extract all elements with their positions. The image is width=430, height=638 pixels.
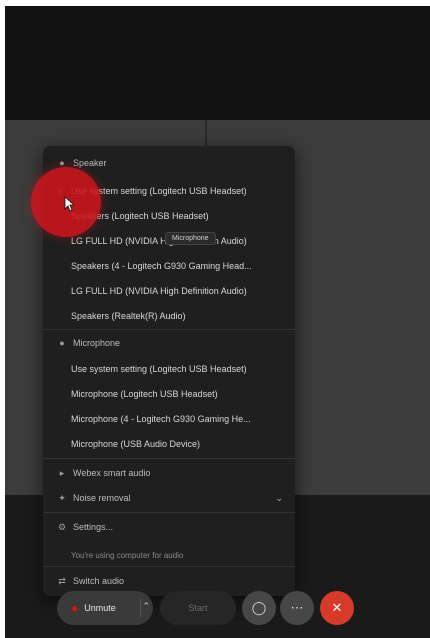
button-divider: [140, 599, 141, 617]
microphone-option[interactable]: Use system setting (Logitech USB Headset…: [43, 358, 295, 380]
noise-removal-item[interactable]: ✦ Noise removal ⌄: [43, 487, 295, 509]
gear-icon: ⚙: [57, 521, 67, 532]
share-button[interactable]: ◯: [242, 591, 276, 625]
leave-meeting-button[interactable]: ✕: [320, 591, 354, 625]
microphone-icon: ●: [59, 338, 65, 348]
chevron-right-icon: ▸: [59, 467, 65, 478]
speaker-option[interactable]: Speakers (Realtek(R) Audio): [43, 305, 295, 327]
unmute-button[interactable]: ● Unmute ⌃: [57, 591, 153, 625]
menu-divider: [43, 512, 295, 513]
speaker-option[interactable]: LG FULL HD (NVIDIA High Definition Audio…: [43, 280, 295, 302]
more-icon: ⋯: [290, 600, 304, 615]
start-video-button[interactable]: Start: [160, 591, 236, 625]
muted-microphone-icon: ●: [71, 601, 79, 615]
microphone-option[interactable]: Microphone (USB Audio Device): [43, 433, 295, 455]
tooltip: Microphone: [165, 232, 216, 245]
menu-divider: [43, 458, 295, 459]
menu-divider: [43, 566, 295, 567]
share-icon: ◯: [251, 600, 267, 615]
more-options-button[interactable]: ⋯: [280, 591, 314, 625]
microphone-section-header: ● Microphone: [43, 332, 295, 354]
speaker-option[interactable]: Speakers (4 - Logitech G930 Gaming Head.…: [43, 255, 295, 277]
settings-item[interactable]: ⚙ Settings...: [43, 516, 295, 538]
sparkle-icon: ✦: [58, 492, 66, 503]
menu-divider: [43, 329, 295, 330]
switch-audio-item[interactable]: ⇄ Switch audio: [43, 570, 295, 592]
webex-smart-audio-item[interactable]: ▸ Webex smart audio: [43, 462, 295, 484]
chevron-down-icon: ⌄: [275, 492, 283, 503]
switch-icon: ⇄: [58, 575, 66, 586]
mouse-pointer-icon: [64, 196, 76, 212]
meeting-window: ● Speaker ✓ Use system setting (Logitech…: [5, 6, 430, 638]
top-area: [5, 6, 430, 120]
close-icon: ✕: [331, 600, 343, 615]
microphone-option[interactable]: Microphone (4 - Logitech G930 Gaming He.…: [43, 408, 295, 430]
microphone-option[interactable]: Microphone (Logitech USB Headset): [43, 383, 295, 405]
chevron-up-icon[interactable]: ⌃: [142, 601, 150, 612]
computer-audio-hint: You're using computer for audio: [71, 550, 184, 560]
